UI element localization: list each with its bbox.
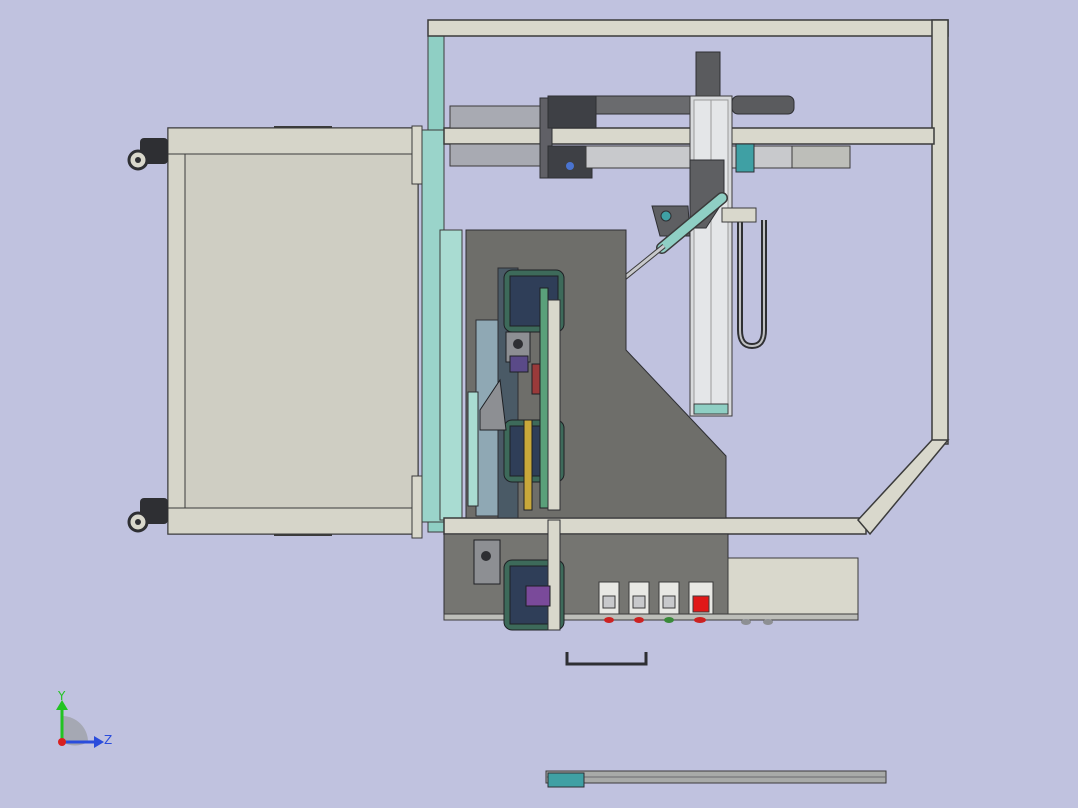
gantry-axis-icon[interactable] bbox=[689, 51, 795, 417]
caster-wheel-icon bbox=[127, 138, 168, 533]
teal-column[interactable] bbox=[421, 19, 463, 533]
rotary-fixture-icon[interactable] bbox=[467, 267, 565, 631]
triad-z-label: Z bbox=[104, 733, 112, 747]
triad-y-label: Y bbox=[57, 689, 66, 703]
cad-viewport[interactable]: Y Z bbox=[0, 0, 1078, 808]
linear-rail-icon[interactable] bbox=[545, 770, 887, 788]
cart-frame-icon[interactable] bbox=[167, 125, 423, 539]
handle-icon[interactable] bbox=[565, 652, 648, 666]
coordinate-triad-icon: Y Z bbox=[56, 689, 112, 748]
